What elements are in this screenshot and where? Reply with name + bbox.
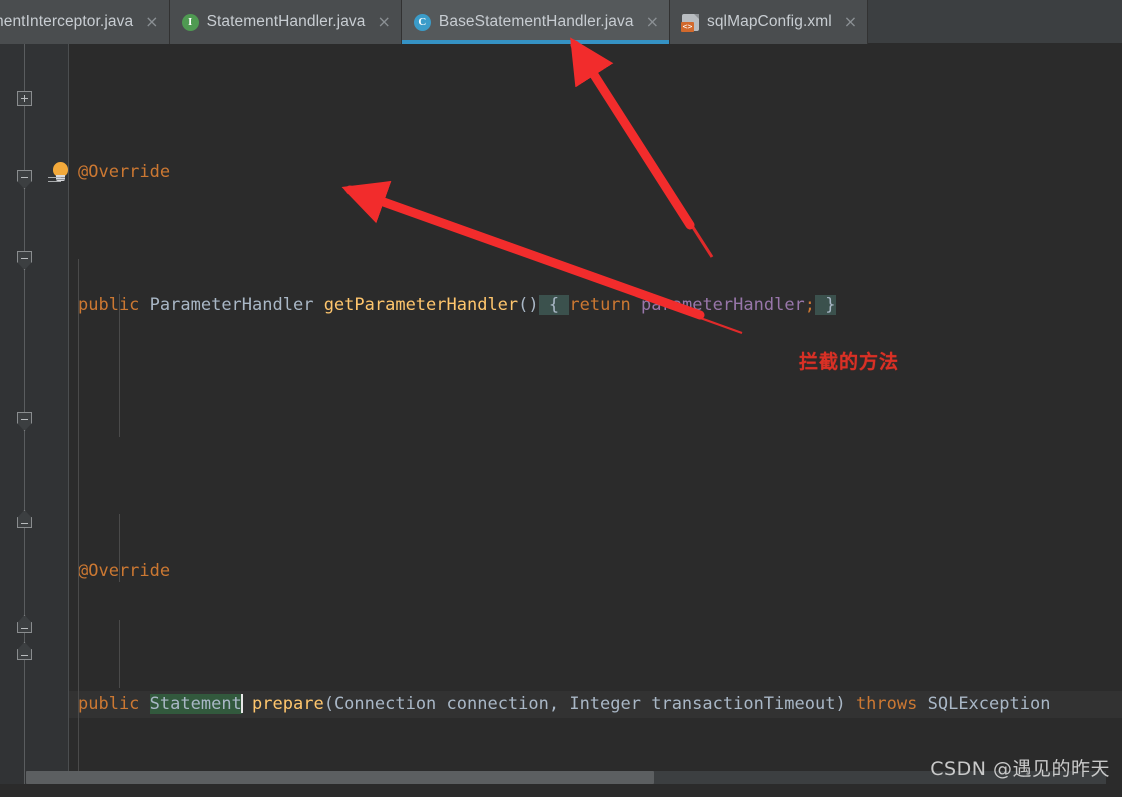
- close-icon[interactable]: ×: [646, 14, 659, 30]
- close-icon[interactable]: ×: [145, 14, 158, 30]
- fold-end-icon[interactable]: [17, 517, 32, 528]
- brace-close: }: [815, 295, 836, 316]
- watermark: CSDN @遇见的昨天: [930, 758, 1110, 780]
- indent-guide: [119, 294, 120, 437]
- type-parameterhandler: ParameterHandler: [149, 295, 314, 316]
- editor-left-stripe: [0, 44, 12, 797]
- fold-end-icon[interactable]: [17, 649, 32, 660]
- method-prepare: prepare: [252, 694, 324, 715]
- indent-guide: [119, 514, 120, 582]
- keyword-return: return: [569, 295, 631, 316]
- type-sqlexception: SQLException: [927, 694, 1051, 715]
- indent-guide: [119, 620, 120, 688]
- annotation-label: 拦截的方法: [799, 351, 900, 373]
- close-icon[interactable]: ×: [844, 14, 857, 30]
- xml-badge: <>: [680, 21, 694, 32]
- tab-statementhandler-java[interactable]: I StatementHandler.java ×: [169, 0, 402, 44]
- tab-bar-empty-space: [868, 0, 1122, 43]
- tab-ementinterceptor-java[interactable]: ementInterceptor.java ×: [0, 0, 170, 44]
- fold-collapse-icon[interactable]: [17, 412, 32, 423]
- fold-expand-icon[interactable]: [17, 91, 32, 106]
- xml-file-icon: <>: [680, 13, 699, 32]
- code-line: @Override: [69, 558, 1122, 585]
- keyword-throws: throws: [855, 694, 918, 715]
- semicolon: ;: [804, 295, 816, 316]
- tab-label: StatementHandler.java: [206, 13, 366, 30]
- editor-tab-bar: ementInterceptor.java × I StatementHandl…: [0, 0, 1122, 44]
- code-line: @Override: [69, 159, 1122, 186]
- code-line: public ParameterHandler getParameterHand…: [69, 292, 1122, 319]
- type-statement-highlighted: Statement: [149, 694, 242, 715]
- tab-label: ementInterceptor.java: [0, 13, 134, 30]
- class-icon: C: [413, 13, 431, 31]
- method-parameters: (Connection connection, Integer transact…: [323, 694, 846, 715]
- editor-bottom-strip: [0, 784, 1122, 797]
- gutter-marker: [48, 177, 61, 178]
- keyword-public: public: [78, 295, 140, 316]
- ide-editor-window: ementInterceptor.java × I StatementHandl…: [0, 0, 1122, 797]
- parens: (): [518, 295, 539, 316]
- fold-end-icon[interactable]: [17, 622, 32, 633]
- annotation-override: @Override: [78, 561, 171, 582]
- field-parameterhandler: parameterHandler: [641, 295, 805, 316]
- code-line-current: public Statement prepare(Connection conn…: [69, 691, 1122, 718]
- code-editor[interactable]: @Override public ParameterHandler getPar…: [0, 44, 1122, 797]
- keyword-public: public: [78, 694, 140, 715]
- fold-collapse-icon[interactable]: [17, 251, 32, 262]
- annotation-override: @Override: [78, 162, 171, 183]
- method-getparameterhandler: getParameterHandler: [323, 295, 519, 316]
- fold-collapse-icon[interactable]: [17, 170, 32, 181]
- scrollbar-thumb[interactable]: [26, 771, 654, 784]
- tab-label: BaseStatementHandler.java: [438, 13, 634, 30]
- code-content[interactable]: @Override public ParameterHandler getPar…: [69, 44, 1122, 797]
- indent-guide: [78, 259, 79, 781]
- tab-basestatementhandler-java[interactable]: C BaseStatementHandler.java ×: [401, 0, 670, 44]
- close-icon[interactable]: ×: [378, 14, 391, 30]
- editor-gutter[interactable]: [12, 44, 69, 797]
- intention-bulb-icon[interactable]: [52, 162, 69, 182]
- interface-icon: I: [181, 13, 199, 31]
- gutter-marker: [48, 181, 61, 182]
- brace-open: {: [538, 295, 570, 316]
- tab-sqlmapconfig-xml[interactable]: <> sqlMapConfig.xml ×: [669, 0, 869, 44]
- tab-label: sqlMapConfig.xml: [706, 13, 832, 30]
